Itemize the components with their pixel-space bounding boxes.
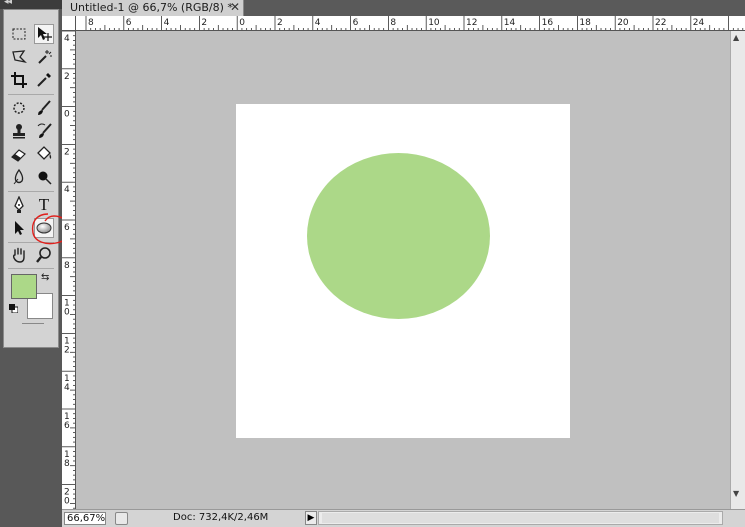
document-tab-title: Untitled-1 @ 66,7% (RGB/8) * (70, 1, 233, 14)
ruler-label: 8 (64, 261, 70, 271)
toolbox-header[interactable]: ◂◂ (0, 0, 62, 9)
toolbox-separator (8, 268, 54, 269)
ruler-label: 6 (64, 421, 70, 431)
ruler-label: 4 (64, 34, 70, 44)
scroll-down-icon[interactable]: ▼ (733, 489, 739, 498)
ruler-label: 6 (353, 18, 359, 28)
zoom-tool[interactable] (34, 245, 54, 265)
magic-wand-icon (38, 50, 52, 64)
canvas-pasteboard[interactable] (76, 31, 730, 509)
ruler-label: 4 (315, 18, 321, 28)
vertical-scrollbar[interactable]: ▲ ▼ (730, 31, 745, 509)
ruler-label: 22 (655, 18, 666, 28)
toolbox: T ⇆ (3, 9, 59, 348)
ruler-label: 16 (542, 18, 554, 28)
ruler-label: 2 (201, 18, 207, 28)
document-tab[interactable]: Untitled-1 @ 66,7% (RGB/8) * ✕ (62, 0, 244, 16)
scroll-up-icon[interactable]: ▲ (733, 33, 739, 42)
ruler-label: 2 (64, 345, 70, 355)
status-info-icon[interactable] (115, 512, 128, 525)
lasso-icon (12, 50, 27, 64)
zoom-level-field[interactable]: 66,67% (64, 512, 106, 525)
ruler-origin[interactable] (62, 16, 76, 31)
move-icon (38, 27, 52, 41)
healing-icon (13, 102, 25, 114)
bucket-icon (37, 146, 52, 160)
ruler-label: 4 (164, 18, 170, 28)
paint-bucket-tool[interactable] (34, 144, 54, 164)
polygonal-lasso-tool[interactable] (9, 47, 29, 67)
ruler-label: 8 (88, 18, 94, 28)
tab-bar: Untitled-1 @ 66,7% (RGB/8) * ✕ (62, 0, 745, 16)
horizontal-scroll-thumb[interactable] (322, 513, 719, 523)
ruler-label: 0 (64, 497, 70, 507)
ruler-label: 8 (64, 459, 70, 469)
crop-icon (11, 72, 27, 88)
brush-tool[interactable] (34, 98, 54, 118)
ruler-label: 18 (579, 18, 591, 28)
rectangular-marquee-tool[interactable] (9, 24, 29, 44)
vertical-ruler[interactable]: 4202468101214161820 (62, 31, 76, 511)
ruler-label: 20 (617, 18, 629, 28)
status-bar: 66,67% Doc: 732,4K/2,46M ▶ (62, 509, 745, 527)
ruler-label: 10 (428, 18, 440, 28)
eyedropper-tool[interactable] (34, 70, 54, 90)
default-colors-icon[interactable] (9, 304, 18, 313)
blur-tool[interactable] (9, 167, 29, 187)
horizontal-ruler[interactable]: 8 6 4 2 0 2 4 6 8 10 12 14 16 18 20 22 24 (76, 16, 745, 31)
collapse-arrows-icon[interactable]: ◂◂ (4, 0, 12, 7)
ruler-label: 0 (64, 110, 70, 120)
ruler-label: 0 (239, 18, 245, 28)
eyedropper-icon (37, 73, 51, 87)
ruler-label: 12 (466, 18, 477, 28)
ruler-label: 0 (64, 308, 70, 318)
toolbox-separator (8, 191, 54, 192)
move-tool[interactable] (34, 24, 54, 44)
close-icon[interactable]: ✕ (230, 0, 240, 14)
stamp-icon (13, 124, 25, 139)
crop-tool[interactable] (9, 70, 29, 90)
history-brush-icon (37, 123, 52, 138)
quick-mask-mode[interactable] (22, 323, 44, 324)
horizontal-ruler-ticks: 8 6 4 2 0 2 4 6 8 10 12 14 16 18 20 22 24 (85, 16, 744, 30)
document-size-info: Doc: 732,4K/2,46M (173, 512, 269, 523)
ruler-label: 8 (390, 18, 396, 28)
eraser-icon (11, 149, 26, 162)
ruler-label: 6 (64, 223, 70, 233)
ruler-label: 4 (64, 185, 70, 195)
ruler-label: 2 (64, 72, 70, 82)
ruler-label: 6 (126, 18, 132, 28)
pen-tool[interactable] (9, 195, 29, 215)
swap-colors-icon[interactable]: ⇆ (41, 272, 49, 283)
eraser-tool[interactable] (9, 144, 29, 164)
ruler-label: 4 (64, 383, 70, 393)
burn-icon (38, 171, 52, 185)
hand-tool[interactable] (9, 245, 29, 265)
path-selection-tool[interactable] (9, 218, 29, 238)
hand-icon (12, 247, 25, 263)
history-brush-tool[interactable] (34, 121, 54, 141)
ruler-label: 24 (693, 18, 705, 28)
blur-icon (13, 168, 24, 185)
zoom-icon (36, 247, 51, 263)
spot-healing-tool[interactable] (9, 98, 29, 118)
toolbox-separator (8, 94, 54, 95)
brush-icon (38, 100, 51, 115)
document-canvas[interactable] (236, 104, 570, 438)
green-ellipse-shape[interactable] (307, 153, 490, 319)
ruler-label: 2 (64, 147, 70, 157)
magic-wand-tool[interactable] (34, 47, 54, 67)
arrow-icon (15, 221, 24, 235)
clone-stamp-tool[interactable] (9, 121, 29, 141)
ruler-label: 2 (277, 18, 283, 28)
foreground-color-swatch[interactable] (11, 274, 37, 299)
ruler-label: 14 (504, 18, 516, 28)
marquee-icon (12, 28, 26, 40)
horizontal-scrollbar[interactable] (318, 511, 723, 525)
pen-icon (14, 196, 24, 213)
status-menu-arrow[interactable]: ▶ (305, 511, 317, 525)
vertical-ruler-ticks: 4202468101214161820 (62, 31, 75, 509)
burn-tool[interactable] (34, 167, 54, 187)
